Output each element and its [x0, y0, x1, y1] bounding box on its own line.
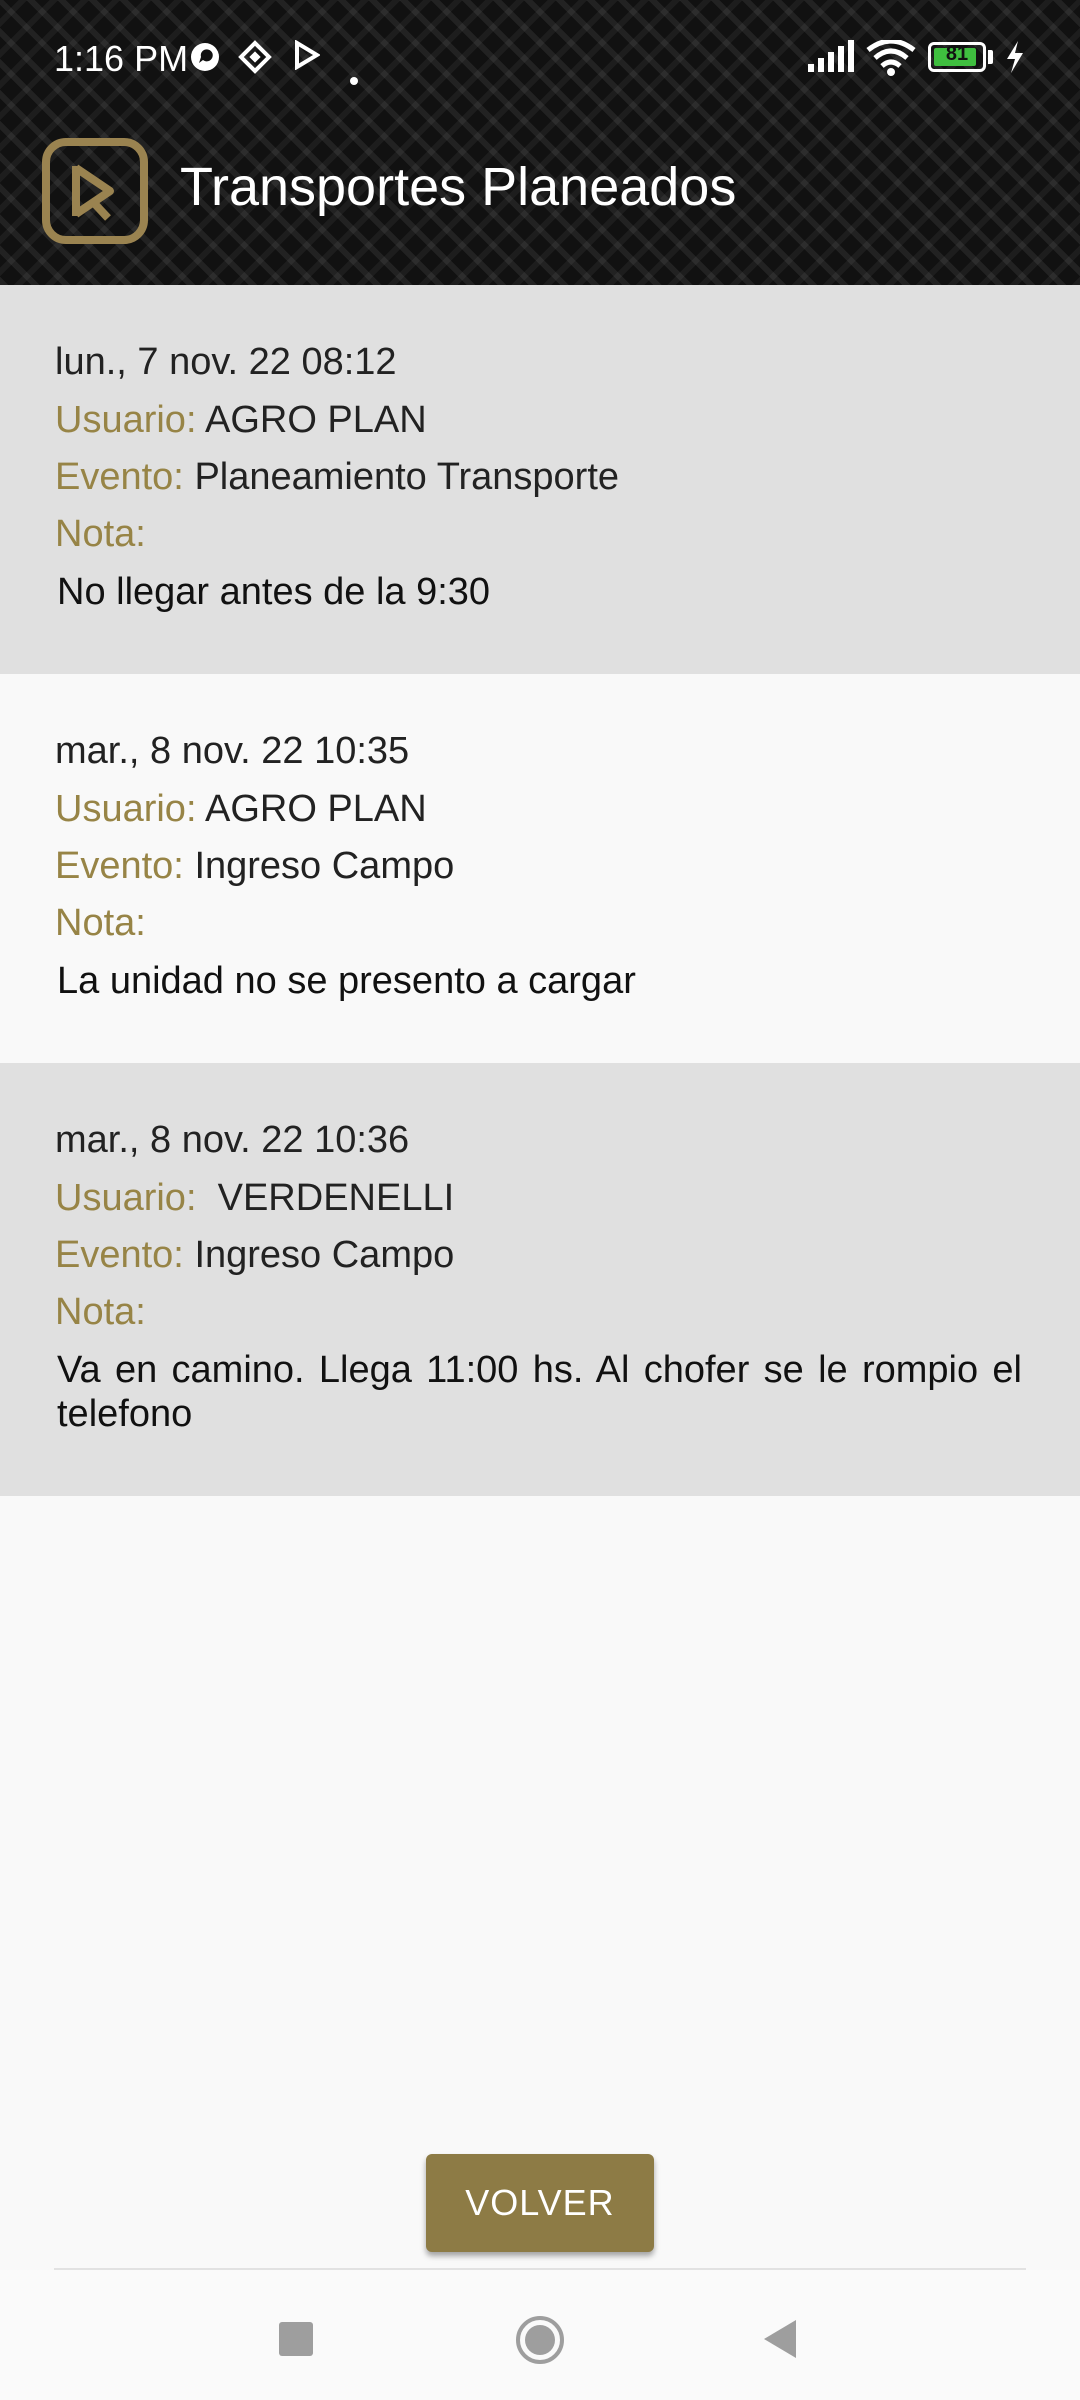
- wifi-icon: [866, 38, 916, 83]
- evento-label: Evento:: [55, 845, 184, 887]
- signal-icon: [806, 40, 856, 81]
- entry-evento-row: Evento: Ingreso Campo: [55, 1234, 454, 1277]
- usuario-value: VERDENELLI: [207, 1177, 455, 1219]
- evento-value: Ingreso Campo: [194, 845, 455, 887]
- battery-percent: 81: [945, 43, 969, 65]
- evento-value: Planeamiento Transporte: [194, 456, 620, 498]
- system-nav-bar: [0, 2270, 1080, 2400]
- entry-nota-row: Nota:: [55, 1291, 146, 1334]
- evento-label: Evento:: [55, 1234, 184, 1276]
- entry-datetime: mar., 8 nov. 22 10:35: [55, 730, 410, 772]
- usuario-value: AGRO PLAN: [204, 788, 427, 830]
- entry-usuario-row: Usuario: AGRO PLAN: [55, 788, 427, 831]
- list-item[interactable]: mar., 8 nov. 22 10:36 Usuario: VERDENELL…: [0, 1063, 1080, 1496]
- entry-datetime: mar., 8 nov. 22 10:36: [55, 1119, 410, 1161]
- nota-text: No llegar antes de la 9:30: [57, 571, 491, 613]
- list-item[interactable]: lun., 7 nov. 22 08:12 Usuario: AGRO PLAN…: [0, 285, 1080, 674]
- entry-nota-row: Nota:: [55, 513, 146, 556]
- nota-label: Nota:: [55, 513, 146, 555]
- usuario-label: Usuario:: [55, 399, 197, 441]
- entry-usuario-row: Usuario: VERDENELLI: [55, 1177, 454, 1220]
- battery-tip: [988, 50, 993, 64]
- status-bar: 1:16 PM 81: [0, 0, 1080, 120]
- recent-apps-icon[interactable]: [271, 2314, 321, 2364]
- nota-text: Va en camino. Llega 11:00 hs. Al chofer …: [57, 1349, 1022, 1435]
- entry-datetime: lun., 7 nov. 22 08:12: [55, 341, 397, 383]
- usuario-value: AGRO PLAN: [204, 399, 427, 441]
- evento-label: Evento:: [55, 456, 184, 498]
- page-title: Transportes Planeados: [180, 157, 737, 217]
- status-time: 1:16 PM: [54, 38, 189, 79]
- nota-text: La unidad no se presento a cargar: [57, 960, 636, 1002]
- app-header: 1:16 PM 81 Transportes Planeados: [0, 0, 1080, 285]
- home-icon[interactable]: [514, 2314, 564, 2364]
- dot-icon: [350, 56, 358, 92]
- charging-icon: [1004, 40, 1026, 81]
- list-item[interactable]: mar., 8 nov. 22 10:35 Usuario: AGRO PLAN…: [0, 674, 1080, 1063]
- battery-icon: 81: [928, 42, 986, 72]
- back-icon[interactable]: [756, 2314, 806, 2364]
- entry-usuario-row: Usuario: AGRO PLAN: [55, 399, 427, 442]
- usuario-label: Usuario:: [55, 788, 197, 830]
- binance-icon: [238, 40, 272, 81]
- evento-value: Ingreso Campo: [194, 1234, 455, 1276]
- entry-evento-row: Evento: Ingreso Campo: [55, 845, 454, 888]
- play-store-icon: [294, 39, 321, 77]
- entry-evento-row: Evento: Planeamiento Transporte: [55, 456, 619, 499]
- entry-nota-row: Nota:: [55, 902, 146, 945]
- volver-button[interactable]: VOLVER: [426, 2154, 654, 2252]
- app-logo-icon: [42, 138, 148, 244]
- nota-label: Nota:: [55, 1291, 146, 1333]
- usuario-label: Usuario:: [55, 1177, 197, 1219]
- nota-label: Nota:: [55, 902, 146, 944]
- whatsapp-icon: [188, 40, 222, 81]
